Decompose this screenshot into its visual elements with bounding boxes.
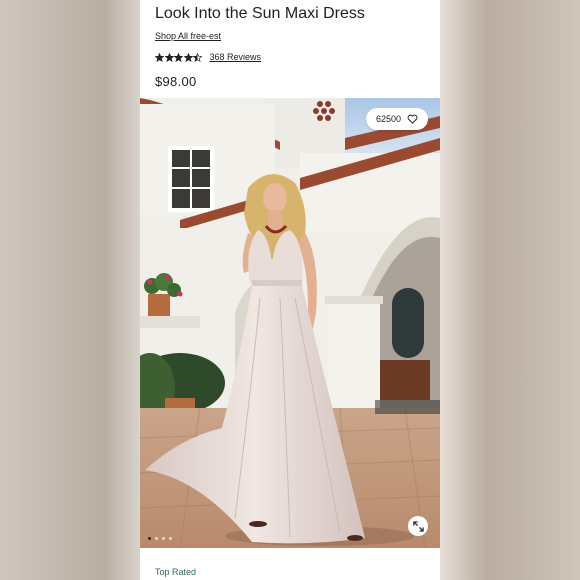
star-icon bbox=[174, 52, 183, 62]
favorite-button[interactable]: 62500 bbox=[365, 108, 428, 130]
carousel-dot[interactable] bbox=[148, 537, 151, 540]
reviews-link[interactable]: 368 Reviews bbox=[210, 52, 262, 62]
star-rating bbox=[155, 52, 203, 62]
carousel-dot[interactable] bbox=[162, 537, 165, 540]
product-card: Look Into the Sun Maxi Dress Shop All fr… bbox=[140, 0, 440, 580]
brand-link[interactable]: Shop All free-est bbox=[155, 31, 221, 41]
star-icon bbox=[193, 52, 202, 62]
expand-icon bbox=[412, 520, 424, 532]
top-rated-badge: Top Rated bbox=[155, 567, 197, 577]
star-icon bbox=[183, 52, 193, 62]
product-title: Look Into the Sun Maxi Dress bbox=[155, 5, 365, 22]
product-price: $98.00 bbox=[155, 74, 197, 89]
carousel-dot[interactable] bbox=[169, 537, 172, 540]
product-image bbox=[140, 98, 440, 548]
star-icon bbox=[155, 52, 164, 62]
carousel-dots bbox=[148, 537, 176, 540]
expand-image-button[interactable] bbox=[408, 516, 428, 536]
carousel-dot[interactable] bbox=[155, 537, 158, 540]
rating-row: 368 Reviews bbox=[155, 51, 261, 63]
favorites-count: 62500 bbox=[375, 114, 401, 124]
star-icon bbox=[164, 52, 174, 62]
heart-icon bbox=[407, 114, 418, 124]
product-photo[interactable]: 62500 bbox=[140, 98, 440, 548]
